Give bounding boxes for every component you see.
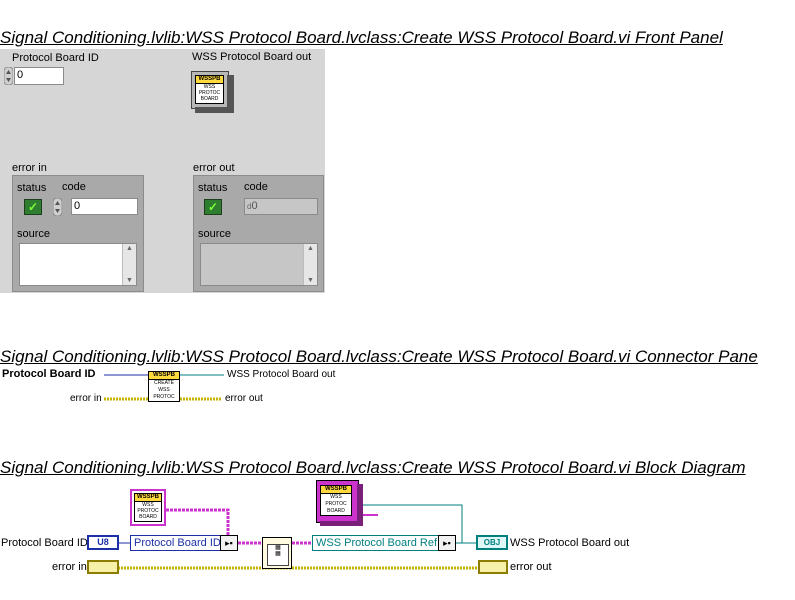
bd-ref-header: WSSPB [321,486,351,494]
error-out-source-label: source [198,228,232,240]
error-in-cluster: status code ✓ 0 source ▲ ▼ [12,175,144,292]
protocol-board-id-input[interactable]: 0 [14,67,64,85]
cp-protocol-board-id-label: Protocol Board ID [2,368,96,380]
bd-bundle-field-id: Protocol Board ID [134,537,221,549]
error-in-code-input[interactable]: 0 [71,198,138,215]
error-in-source-label: source [17,228,51,240]
cp-wss-out-label: WSS Protocol Board out [227,369,336,380]
error-out-code-display: d0 [244,198,318,215]
bd-error-in-control[interactable] [87,560,119,574]
bd-bundle-ref-node[interactable]: WSS Protocol Board Ref [312,535,456,551]
increment-decrement-icon[interactable] [4,67,13,85]
bd-ref-class-constant: WSSPB WSS PROTOC BOARD [316,480,363,526]
bd-ref-line-3: BOARD [327,508,345,514]
bd-u8-tag: U8 [97,537,109,547]
error-out-status-label: status [198,182,228,194]
cp-icon-line-3: PROTOC [153,394,175,400]
error-out-label: error out [193,162,235,174]
cp-icon-line-2: WSS [158,387,170,393]
bd-bundle-ref-terminal: ▸▪ [438,535,456,551]
error-in-source-input[interactable]: ▲ ▼ [19,243,137,286]
cp-icon-header: WSSPB [149,372,179,380]
error-out-source-display: ▲ ▼ [200,243,318,286]
wss-icon-header: WSSPB [196,76,223,84]
bd-bundle-terminal: ▸▪ [220,535,238,551]
error-in-code-label: code [62,181,86,193]
wss-icon-line-3: BOARD [200,96,219,102]
error-in-status-label: status [17,182,47,194]
cp-error-out-label: error out [225,393,263,404]
bd-protocol-board-id-label: Protocol Board ID [1,537,88,549]
bd-obj-indicator[interactable]: OBJ [476,535,508,550]
protocol-board-id-label: Protocol Board ID [12,52,99,64]
bd-obj-tag: OBJ [483,538,501,547]
error-out-code-value: 0 [251,200,258,212]
bd-error-in-label: error in [52,561,87,573]
front-panel: Protocol Board ID 0 WSS Protocol Board o… [0,49,325,293]
error-out-cluster: status code ✓ d0 source ▲ ▼ [193,175,324,292]
error-out-status-indicator: ✓ [204,199,222,215]
bd-error-out-indicator[interactable] [478,560,508,574]
wss-out-label: WSS Protocol Board out [192,51,312,63]
error-in-source-scrollbar[interactable]: ▲ ▼ [122,244,136,285]
bd-class-constant: WSSPB WSS PROTOC BOARD [130,489,166,526]
bd-bundle-field-ref: WSS Protocol Board Ref [316,537,438,549]
bd-wss-out-label: WSS Protocol Board out [510,537,630,549]
front-panel-title: Signal Conditioning.lvlib:WSS Protocol B… [0,28,723,47]
bd-const-line-3: BOARD [139,514,157,520]
bd-error-out-label: error out [510,561,552,573]
error-out-code-label: code [244,181,268,193]
bd-ref-line-1: WSS [330,494,342,500]
cp-icon-line-1: CREATE [154,380,174,386]
error-out-source-scrollbar[interactable]: ▲ ▼ [303,244,317,285]
cp-vi-icon: WSSPB CREATE WSS PROTOC [148,371,180,402]
bd-ref-line-2: PROTOC [325,501,347,507]
bd-const-header: WSSPB [135,494,161,502]
error-in-code-spinner-icon[interactable] [53,198,62,216]
error-in-status-checkbox[interactable]: ✓ [24,199,42,215]
cp-error-in-label: error in [70,393,102,404]
error-in-label: error in [12,162,47,174]
wss-class-icon: WSSPB WSS PROTOC BOARD [191,71,235,113]
connector-pane-title: Signal Conditioning.lvlib:WSS Protocol B… [0,347,758,366]
bd-new-reference-node[interactable]: ▦ ▦ [262,537,292,569]
bd-u8-control[interactable]: U8 [87,535,119,550]
